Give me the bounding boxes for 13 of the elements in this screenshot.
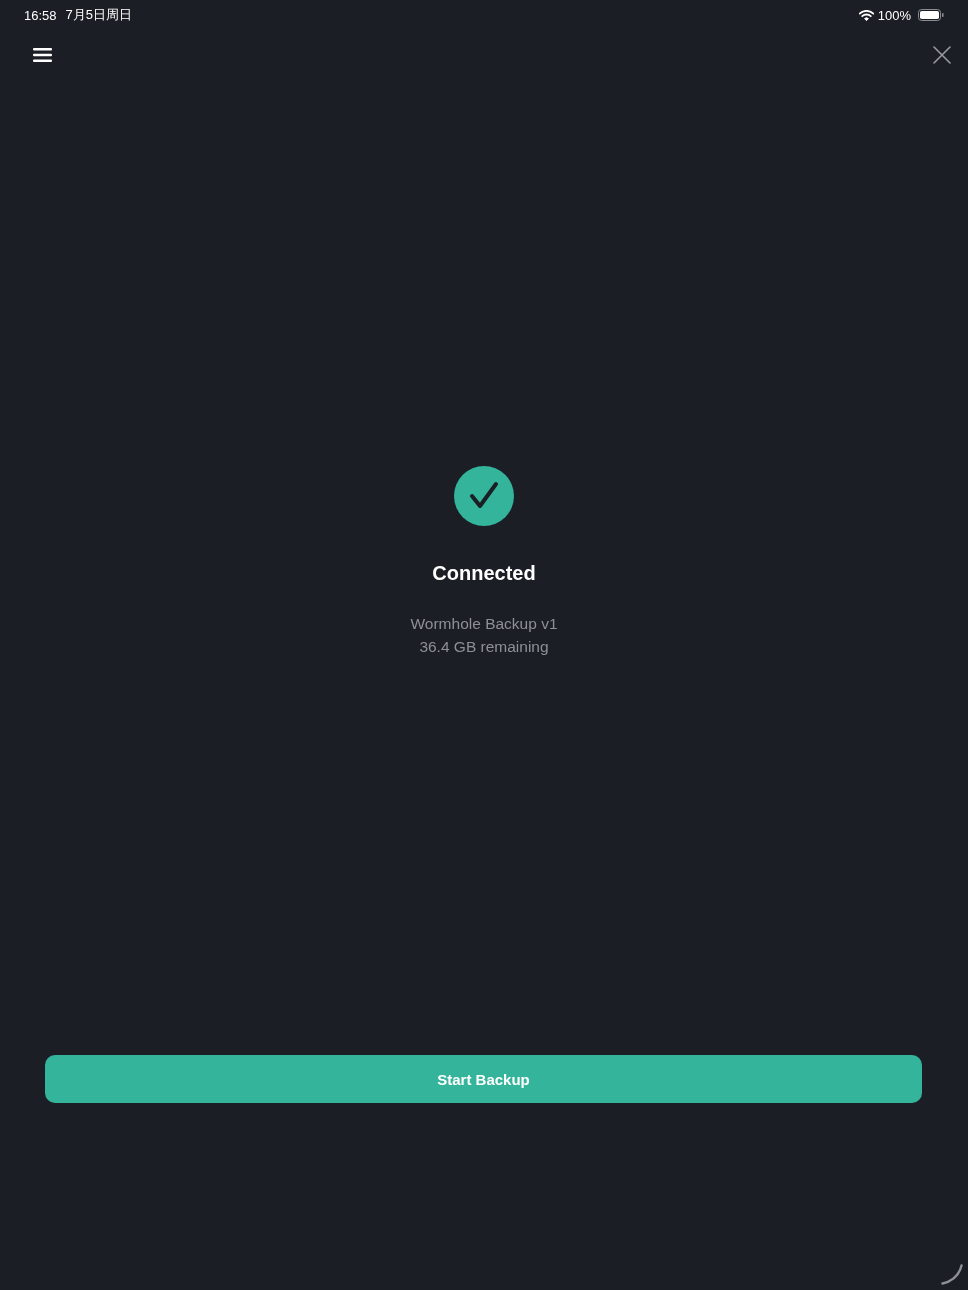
status-date: 7月5日周日 (65, 6, 132, 24)
status-time: 16:58 (24, 7, 57, 23)
status-detail: 36.4 GB remaining (419, 636, 549, 657)
close-icon[interactable] (933, 46, 951, 64)
status-title: Connected (432, 561, 536, 585)
start-backup-button[interactable]: Start Backup (45, 1055, 922, 1103)
status-detail: Wormhole Backup v1 (410, 614, 558, 634)
corner-arc-icon (941, 1264, 963, 1285)
check-circle-icon (454, 466, 514, 526)
wifi-icon (858, 9, 874, 21)
battery-icon (918, 9, 944, 21)
battery-percent: 100% (877, 7, 911, 23)
menu-icon[interactable] (33, 48, 52, 62)
